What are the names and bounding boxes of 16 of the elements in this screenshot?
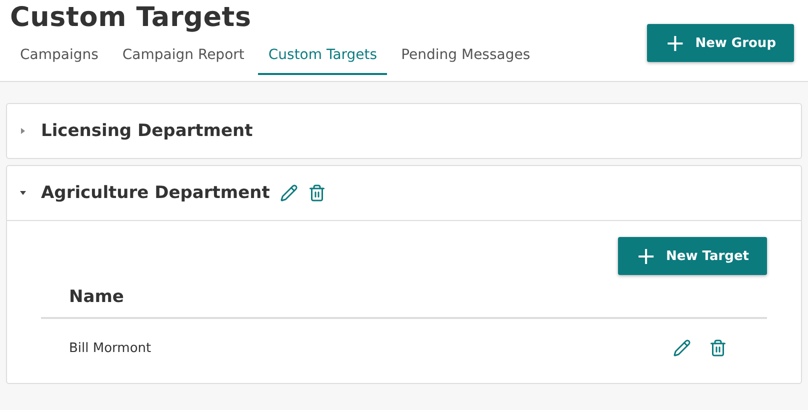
- group-name[interactable]: Licensing Department: [41, 121, 253, 141]
- trash-icon[interactable]: [709, 339, 727, 357]
- tab[interactable]: Campaign Report: [112, 41, 254, 75]
- tab[interactable]: Campaigns: [10, 41, 108, 75]
- tab[interactable]: Pending Messages: [391, 41, 540, 75]
- column-header: Name: [41, 275, 767, 319]
- caret-icon[interactable]: [19, 189, 27, 197]
- page-title: Custom Targets: [10, 2, 252, 33]
- table-cell: Bill Mormont: [69, 340, 152, 356]
- trash-icon[interactable]: [308, 184, 326, 202]
- group-name[interactable]: Agriculture Department: [41, 183, 270, 203]
- new-group-button[interactable]: + New Group: [647, 24, 794, 62]
- pencil-icon[interactable]: [280, 184, 298, 202]
- pencil-icon[interactable]: [673, 339, 691, 357]
- new-target-button[interactable]: + New Target: [618, 237, 767, 275]
- tab[interactable]: Custom Targets: [258, 41, 388, 75]
